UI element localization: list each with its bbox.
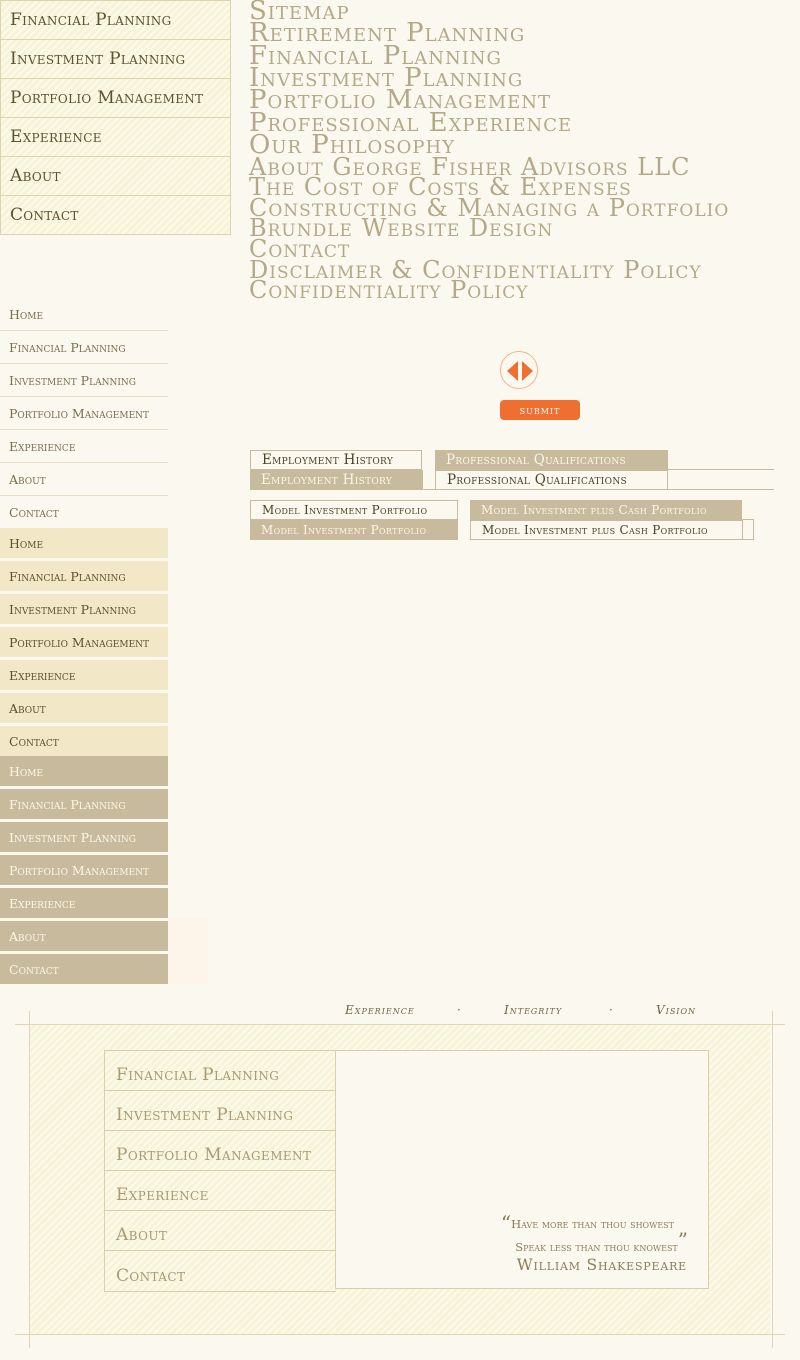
footer-nav-about[interactable]: About <box>105 1211 336 1251</box>
tab-employment-history[interactable]: Employment History <box>250 450 422 470</box>
side-item-experience[interactable]: Experience <box>0 660 168 693</box>
footer-nav-experience[interactable]: Experience <box>105 1171 336 1211</box>
side-item-financial-planning[interactable]: Financial Planning <box>0 789 168 822</box>
tab-rule <box>668 469 774 470</box>
tab-rule <box>422 470 423 490</box>
quote-text-2: Speak less than thou knowest <box>515 1240 678 1254</box>
side-item-home[interactable]: Home <box>0 528 168 561</box>
quote-line-2: Speak less than thou knowest” <box>501 1230 688 1255</box>
quote: “Have more than thou showest Speak less … <box>501 1213 688 1255</box>
side-item-about[interactable]: About <box>0 463 168 496</box>
side-item-contact[interactable]: Contact <box>0 726 168 759</box>
side-item-investment-planning[interactable]: Investment Planning <box>0 822 168 855</box>
side-item-portfolio-management[interactable]: Portfolio Management <box>0 627 168 660</box>
sitemap-link[interactable]: Confidentiality Policy <box>249 278 789 302</box>
tab-employment-history[interactable]: Employment History <box>250 470 422 490</box>
side-item-financial-planning[interactable]: Financial Planning <box>0 331 168 364</box>
side-item-experience[interactable]: Experience <box>0 430 168 463</box>
side-item-investment-planning[interactable]: Investment Planning <box>0 594 168 627</box>
side-item-portfolio-management[interactable]: Portfolio Management <box>0 855 168 888</box>
open-quote-mark: “ <box>500 1211 512 1235</box>
side-item-home[interactable]: Home <box>0 756 168 789</box>
side-item-contact[interactable]: Contact <box>0 954 168 987</box>
tabs-employment: Employment History Professional Qualific… <box>250 450 774 490</box>
footer-rule-top <box>15 1024 785 1025</box>
tab-rule <box>668 489 774 490</box>
tab-model-investment-plus-cash[interactable]: Model Investment plus Cash Portfolio <box>470 520 743 540</box>
quote-text-1: Have more than thou showest <box>511 1217 674 1231</box>
side-item-financial-planning[interactable]: Financial Planning <box>0 561 168 594</box>
top-menu-item-investment-planning[interactable]: Investment Planning <box>1 39 230 78</box>
side-item-portfolio-management[interactable]: Portfolio Management <box>0 397 168 430</box>
side-item-home[interactable]: Home <box>0 298 168 331</box>
tab-rule <box>753 520 754 540</box>
quote-panel: “Have more than thou showest Speak less … <box>335 1050 709 1289</box>
tab-professional-qualifications[interactable]: Professional Qualifications <box>435 450 668 470</box>
side-item-investment-planning[interactable]: Investment Planning <box>0 364 168 397</box>
side-item-about[interactable]: About <box>0 921 168 954</box>
triangle-right-icon[interactable] <box>522 361 533 381</box>
close-quote-mark: ” <box>677 1228 688 1252</box>
tabs-portfolio: Model Investment Portfolio Model Investm… <box>250 500 774 540</box>
tab-model-investment-plus-cash[interactable]: Model Investment plus Cash Portfolio <box>470 500 742 520</box>
top-menu-item-financial-planning[interactable]: Financial Planning <box>1 0 230 39</box>
decorative-box <box>168 918 208 984</box>
side-item-about[interactable]: About <box>0 693 168 726</box>
side-item-experience[interactable]: Experience <box>0 888 168 921</box>
side-menu-light: Home Financial Planning Investment Plann… <box>0 528 168 759</box>
top-menu-item-experience[interactable]: Experience <box>1 117 230 156</box>
submit-button[interactable]: submit <box>500 400 580 420</box>
side-item-contact[interactable]: Contact <box>0 496 168 529</box>
tab-model-investment-portfolio[interactable]: Model Investment Portfolio <box>250 520 458 540</box>
footer-rule-bottom <box>15 1334 785 1335</box>
slider-arrows <box>500 351 538 389</box>
footer-nav-contact[interactable]: Contact <box>105 1251 336 1291</box>
quote-line-1: “Have more than thou showest <box>501 1213 688 1233</box>
triangle-left-icon[interactable] <box>507 361 518 381</box>
top-menu: Financial Planning Investment Planning P… <box>0 0 231 235</box>
top-menu-item-contact[interactable]: Contact <box>1 195 230 234</box>
footer-nav-investment-planning[interactable]: Investment Planning <box>105 1091 336 1131</box>
side-menu-plain: Home Financial Planning Investment Plann… <box>0 298 168 529</box>
side-menu-dark: Home Financial Planning Investment Plann… <box>0 756 168 987</box>
footer-nav-financial-planning[interactable]: Financial Planning <box>105 1051 336 1091</box>
footer-nav-portfolio-management[interactable]: Portfolio Management <box>105 1131 336 1171</box>
tab-professional-qualifications[interactable]: Professional Qualifications <box>435 470 668 490</box>
quote-author: William Shakespeare <box>516 1256 687 1274</box>
top-menu-item-about[interactable]: About <box>1 156 230 195</box>
sitemap: Sitemap Retirement Planning Financial Pl… <box>249 0 789 302</box>
footer-nav: Financial Planning Investment Planning P… <box>104 1050 336 1292</box>
top-menu-item-portfolio-management[interactable]: Portfolio Management <box>1 78 230 117</box>
tab-rule <box>422 489 435 490</box>
tab-model-investment-portfolio[interactable]: Model Investment Portfolio <box>250 500 458 520</box>
